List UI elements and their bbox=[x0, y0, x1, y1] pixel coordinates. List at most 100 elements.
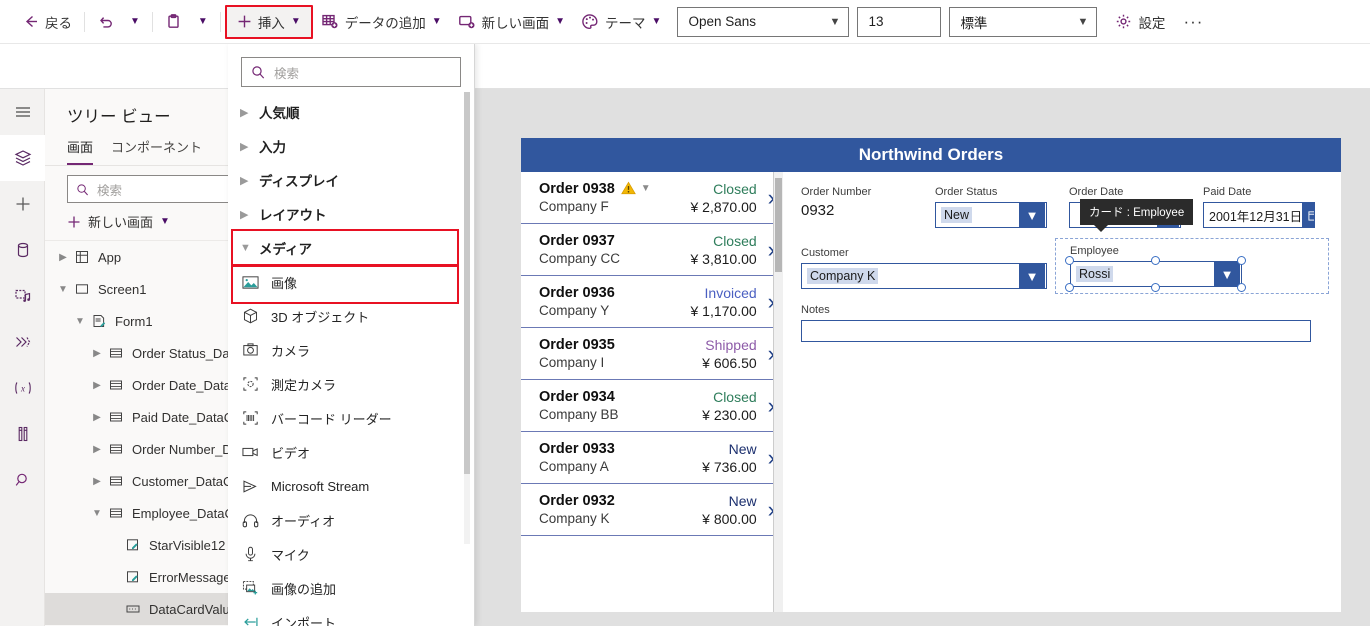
tree-node-datacardvalue[interactable]: DataCardValue bbox=[45, 593, 239, 625]
tree-node-order-date-datac[interactable]: ▶ Order Date_DataC bbox=[45, 369, 239, 401]
chevron-right-icon[interactable]: ▶ bbox=[89, 348, 105, 359]
gallery-scroll-thumb[interactable] bbox=[775, 178, 782, 272]
notes-input[interactable] bbox=[801, 320, 1311, 342]
chevron-right-icon[interactable]: ▶ bbox=[240, 174, 250, 187]
tab-screens[interactable]: 画面 bbox=[67, 137, 94, 165]
insert-item-entry-13[interactable]: マイク bbox=[228, 537, 474, 571]
data-icon[interactable] bbox=[0, 227, 45, 273]
chevron-right-icon[interactable]: ▶ bbox=[89, 380, 105, 391]
power-automate-icon[interactable] bbox=[0, 319, 45, 365]
chevron-down-icon[interactable]: ▼ bbox=[1019, 264, 1045, 288]
chevron-down-icon[interactable]: ▼ bbox=[240, 242, 251, 254]
chevron-right-icon[interactable]: ▶ bbox=[89, 412, 105, 423]
insert-search-input[interactable]: 検索 bbox=[241, 57, 461, 87]
back-button[interactable]: 戻る bbox=[14, 6, 80, 38]
insert-group-entry-1[interactable]: ▶ 入力 bbox=[228, 129, 474, 163]
theme-button[interactable]: テーマ ▼ bbox=[573, 6, 669, 38]
tree-node-errormessage[interactable]: ErrorMessage bbox=[45, 561, 239, 593]
chevron-down-icon[interactable]: ▼ bbox=[1019, 203, 1045, 227]
settings-button[interactable]: 設定 bbox=[1107, 6, 1173, 38]
resize-handle-tc[interactable] bbox=[1151, 256, 1160, 265]
order-status-dropdown[interactable]: New ▼ bbox=[935, 202, 1047, 228]
tree-view-icon[interactable] bbox=[0, 135, 45, 181]
gallery-row[interactable]: Order 0932 Company K New ¥ 800.00 › bbox=[521, 484, 783, 536]
gallery-row[interactable]: Order 0936 Company Y Invoiced ¥ 1,170.00 › bbox=[521, 276, 783, 328]
tree-node-order-number-da[interactable]: ▶ Order Number_Da bbox=[45, 433, 239, 465]
gallery-row[interactable]: Order 0937 Company CC Closed ¥ 3,810.00 › bbox=[521, 224, 783, 276]
resize-handle-tr[interactable] bbox=[1237, 256, 1246, 265]
insert-group-entry-2[interactable]: ▶ ディスプレイ bbox=[228, 163, 474, 197]
undo-dropdown[interactable]: ▼ bbox=[122, 6, 148, 38]
insert-item-entry-15[interactable]: インポート bbox=[228, 605, 474, 626]
tree-node-starvisible12[interactable]: StarVisible12 bbox=[45, 529, 239, 561]
resize-handle-tl[interactable] bbox=[1065, 256, 1074, 265]
resize-handle-br[interactable] bbox=[1237, 283, 1246, 292]
resize-handle-bl[interactable] bbox=[1065, 283, 1074, 292]
insert-item-microsoft-stream[interactable]: Microsoft Stream bbox=[228, 469, 474, 503]
insert-group-entry-3[interactable]: ▶ レイアウト bbox=[228, 197, 474, 231]
gallery-warning-group[interactable]: ▼ bbox=[620, 181, 651, 195]
gallery-row[interactable]: Order 0935 Company I Shipped ¥ 606.50 › bbox=[521, 328, 783, 380]
hamburger-menu-icon[interactable] bbox=[0, 89, 45, 135]
chevron-right-icon[interactable]: ▶ bbox=[240, 106, 250, 119]
tree-node-screen1[interactable]: ▼ Screen1 bbox=[45, 273, 239, 305]
chevron-right-icon[interactable]: ▶ bbox=[55, 252, 71, 263]
chevron-down-icon[interactable]: ▼ bbox=[89, 508, 105, 519]
chevron-right-icon[interactable]: ▶ bbox=[89, 476, 105, 487]
insert-button[interactable]: 挿入 ▼ bbox=[224, 4, 313, 39]
insert-item-entry-5[interactable]: 画像 bbox=[228, 265, 474, 299]
add-data-button[interactable]: データの追加 ▼ bbox=[313, 6, 450, 38]
tree-node-customer-dataca[interactable]: ▶ Customer_DataCa bbox=[45, 465, 239, 497]
insert-item-entry-8[interactable]: 測定カメラ bbox=[228, 367, 474, 401]
insert-item-entry-9[interactable]: バーコード リーダー bbox=[228, 401, 474, 435]
calendar-icon[interactable] bbox=[1302, 203, 1314, 227]
insert-item-entry-12[interactable]: オーディオ bbox=[228, 503, 474, 537]
chevron-right-icon[interactable]: ▶ bbox=[240, 208, 250, 221]
insert-item-entry-10[interactable]: ビデオ bbox=[228, 435, 474, 469]
gallery-row[interactable]: Order 0938 ▼ Company F Closed ¥ 2,870.00 › bbox=[521, 172, 783, 224]
gallery-row[interactable]: Order 0933 Company A New ¥ 736.00 › bbox=[521, 432, 783, 484]
insert-plus-icon[interactable] bbox=[0, 181, 45, 227]
app-checker-icon[interactable] bbox=[0, 411, 45, 457]
variables-icon[interactable]: x bbox=[0, 365, 45, 411]
customer-dropdown[interactable]: Company K ▼ bbox=[801, 263, 1047, 289]
chevron-down-icon[interactable]: ▼ bbox=[55, 284, 71, 295]
tree-node-paid-date-dataca[interactable]: ▶ Paid Date_DataCa bbox=[45, 401, 239, 433]
insert-item-entry-14[interactable]: 画像の追加 bbox=[228, 571, 474, 605]
orders-gallery[interactable]: Order 0938 ▼ Company F Closed ¥ 2,870.00 › Ord… bbox=[521, 172, 783, 612]
insert-item-3d[interactable]: 3D オブジェクト bbox=[228, 299, 474, 333]
chevron-right-icon[interactable]: ▶ bbox=[89, 444, 105, 455]
gallery-order-line: Order 0937 bbox=[539, 232, 691, 250]
new-screen-button[interactable]: 新しい画面 ▼ bbox=[45, 203, 239, 241]
font-family-select[interactable]: Open Sans ▼ bbox=[677, 6, 850, 37]
tree-node-employee-dataca[interactable]: ▼ Employee_DataCa bbox=[45, 497, 239, 529]
chevron-down-icon[interactable]: ▼ bbox=[72, 316, 88, 327]
paid-date-input[interactable]: 2001年12月31日 bbox=[1203, 202, 1315, 228]
font-weight-select[interactable]: 標準 ▼ bbox=[949, 6, 1098, 37]
tree-node-app[interactable]: ▶ App bbox=[45, 241, 239, 273]
tab-components[interactable]: コンポーネント bbox=[111, 137, 202, 165]
gallery-scrollbar[interactable] bbox=[774, 172, 783, 612]
media-icon[interactable] bbox=[0, 273, 45, 319]
chevron-right-icon[interactable]: ▶ bbox=[240, 140, 250, 153]
undo-button[interactable] bbox=[89, 6, 122, 38]
chevron-down-icon[interactable]: ▼ bbox=[1214, 262, 1240, 286]
resize-handle-bc[interactable] bbox=[1151, 283, 1160, 292]
more-options-button[interactable]: ··· bbox=[1173, 12, 1213, 32]
insert-group-entry-4[interactable]: ▼ メディア bbox=[228, 231, 474, 265]
gallery-row[interactable]: Order 0934 Company BB Closed ¥ 230.00 › bbox=[521, 380, 783, 432]
chevron-down-icon[interactable]: ▼ bbox=[641, 183, 651, 194]
tree-node-form1[interactable]: ▼ Form1 bbox=[45, 305, 239, 337]
paste-button[interactable] bbox=[157, 6, 190, 38]
tree-search-input[interactable]: 検索 bbox=[67, 175, 229, 203]
font-size-input[interactable]: 13 bbox=[857, 6, 942, 37]
divider bbox=[151, 11, 153, 32]
insert-scrollbar-thumb[interactable] bbox=[464, 92, 470, 474]
search-icon[interactable] bbox=[0, 457, 45, 503]
tree-node-order-status-data[interactable]: ▶ Order Status_Data bbox=[45, 337, 239, 369]
paste-dropdown[interactable]: ▼ bbox=[190, 6, 216, 38]
new-screen-button[interactable]: 新しい画面 ▼ bbox=[450, 6, 573, 38]
insert-group-entry-0[interactable]: ▶ 人気順 bbox=[228, 95, 474, 129]
insert-item-entry-7[interactable]: カメラ bbox=[228, 333, 474, 367]
employee-datacard[interactable]: Employee Rossi ▼ bbox=[1055, 238, 1329, 294]
